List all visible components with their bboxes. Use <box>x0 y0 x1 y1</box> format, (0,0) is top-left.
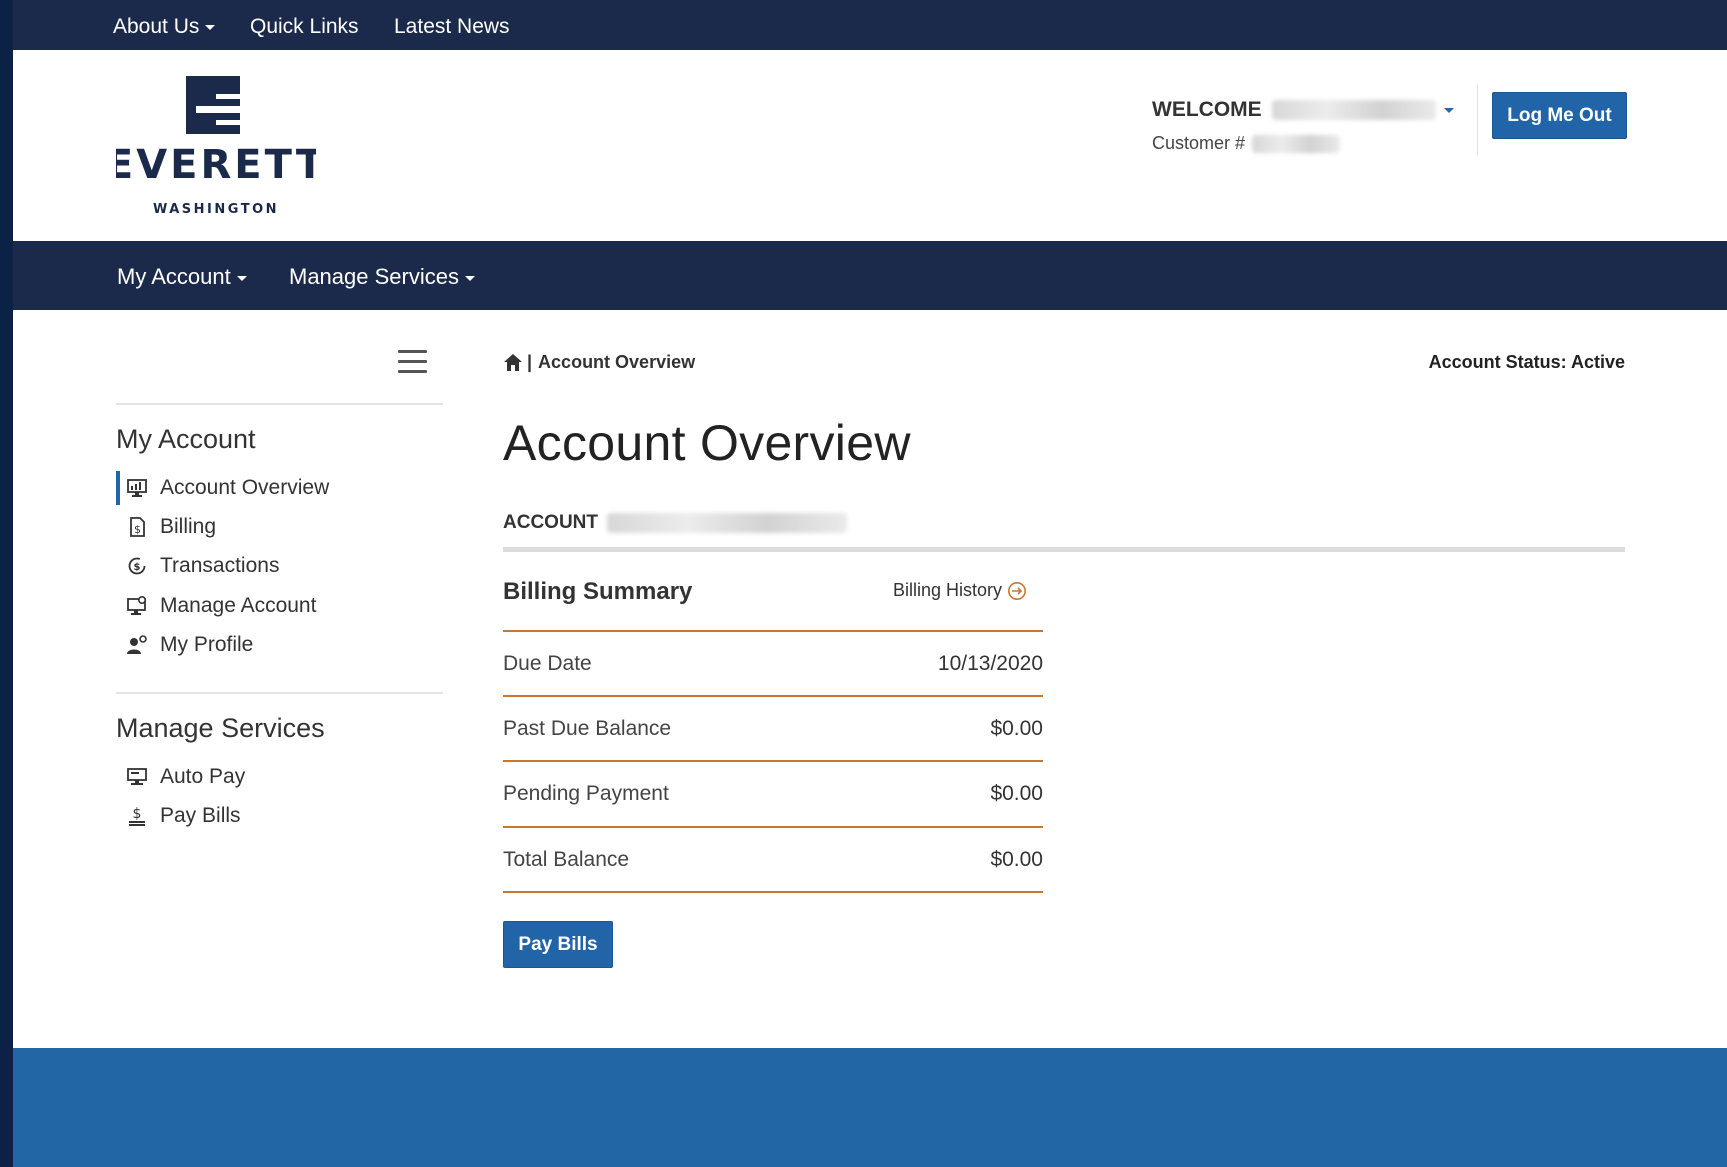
top-nav-latest-news[interactable]: Latest News <box>394 15 510 39</box>
top-nav-quick-links[interactable]: Quick Links <box>250 15 359 39</box>
header-divider <box>1477 85 1478 155</box>
manage-services-label: Manage Services <box>289 264 459 289</box>
customer-label: Customer # <box>1152 133 1246 153</box>
top-utility-bar: About Us Quick Links Latest News <box>13 0 1727 50</box>
arrow-circle-right-icon <box>1008 581 1027 600</box>
billing-divider <box>503 630 1043 632</box>
sidebar-item-my-profile[interactable]: My Profile <box>116 628 406 662</box>
pending-payment-label: Pending Payment <box>503 782 669 805</box>
monitor-chart-icon <box>127 479 147 497</box>
past-due-balance-value: $0.00 <box>990 717 1043 740</box>
sidebar-item-label: Pay Bills <box>160 804 241 827</box>
auto-pay-monitor-icon <box>127 768 147 785</box>
sidebar-item-pay-bills[interactable]: $ Pay Bills <box>116 799 406 833</box>
breadcrumb-current: Account Overview <box>538 352 696 372</box>
account-status: Account Status: Active <box>1428 352 1625 372</box>
total-balance-label: Total Balance <box>503 848 630 871</box>
breadcrumb: | Account Overview <box>503 352 695 373</box>
sidebar-item-label: Manage Account <box>160 594 317 617</box>
redacted-account-number <box>607 512 848 533</box>
billing-divider <box>503 695 1043 697</box>
top-nav-about-us[interactable]: About Us <box>113 15 216 39</box>
pay-bills-button[interactable]: Pay Bills <box>503 921 613 968</box>
sidebar-item-label: Transactions <box>160 554 280 577</box>
past-due-balance-label: Past Due Balance <box>503 717 672 740</box>
sidebar-heading-my-account: My Account <box>116 424 256 454</box>
billing-divider <box>503 891 1043 893</box>
welcome-label: WELCOME <box>1152 98 1262 121</box>
due-date-value: 10/13/2020 <box>937 652 1043 675</box>
page-title: Account Overview <box>503 415 911 471</box>
customer-number: Customer # <box>1152 133 1341 154</box>
log-out-button[interactable]: Log Me Out <box>1492 92 1627 139</box>
main-nav-my-account[interactable]: My Account <box>117 264 247 290</box>
sidebar-divider <box>116 692 443 694</box>
svg-text:$: $ <box>134 523 141 536</box>
user-gear-icon <box>127 635 147 654</box>
account-number: ACCOUNT <box>503 512 848 534</box>
billing-divider <box>503 826 1043 828</box>
page-frame: About Us Quick Links Latest News EVERETT… <box>13 0 1727 1167</box>
sidebar-heading-manage-services: Manage Services <box>116 713 325 743</box>
sidebar-divider <box>116 403 443 405</box>
my-account-label: My Account <box>117 264 231 289</box>
sidebar-item-label: Billing <box>160 515 217 538</box>
account-divider <box>503 547 1625 552</box>
main-nav-manage-services[interactable]: Manage Services <box>289 264 475 290</box>
footer-band <box>13 1048 1727 1167</box>
about-us-label: About Us <box>113 15 200 38</box>
sidebar-item-transactions[interactable]: $ Transactions <box>116 549 406 583</box>
chevron-down-icon <box>464 275 475 281</box>
svg-text:$: $ <box>134 562 141 573</box>
due-date-label: Due Date <box>503 652 592 675</box>
billing-divider <box>503 760 1043 762</box>
sidebar-item-label: Account Overview <box>160 476 330 499</box>
account-label: ACCOUNT <box>503 512 598 533</box>
everett-logo-icon: EVERETT WASHINGTON <box>106 76 323 217</box>
svg-text:$: $ <box>133 806 142 822</box>
pending-payment-value: $0.00 <box>990 782 1043 805</box>
breadcrumb-separator: | <box>527 352 533 372</box>
sidebar-item-account-overview[interactable]: Account Overview <box>116 471 410 505</box>
everett-logo[interactable]: EVERETT WASHINGTON <box>106 76 323 217</box>
monitor-gear-icon <box>127 595 147 615</box>
logo-wordmark: EVERETT <box>116 142 316 188</box>
chevron-down-icon <box>1443 107 1454 113</box>
transactions-cycle-icon: $ <box>128 557 146 575</box>
total-balance-value: $0.00 <box>990 848 1043 871</box>
sidebar-item-billing[interactable]: $ Billing <box>116 510 406 544</box>
hamburger-menu-icon[interactable] <box>398 350 427 374</box>
sidebar-item-auto-pay[interactable]: Auto Pay <box>116 760 406 794</box>
billing-summary-title: Billing Summary <box>503 578 693 605</box>
chevron-down-icon <box>205 24 216 30</box>
welcome-user-menu[interactable]: WELCOME <box>1152 98 1454 122</box>
billing-history-label: Billing History <box>893 580 1003 600</box>
sidebar-item-manage-account[interactable]: Manage Account <box>116 589 406 623</box>
chevron-down-icon <box>236 275 247 281</box>
billing-history-link[interactable]: Billing History <box>893 580 1027 601</box>
main-nav-bar: My Account Manage Services <box>13 241 1727 310</box>
bill-dollar-icon: $ <box>130 517 145 537</box>
sidebar-item-label: Auto Pay <box>160 765 246 788</box>
redacted-username <box>1271 100 1436 121</box>
logo-subtitle: WASHINGTON <box>153 202 279 216</box>
redacted-customer-number <box>1252 135 1341 154</box>
home-icon[interactable] <box>503 353 523 372</box>
dollar-hand-icon: $ <box>129 806 145 826</box>
sidebar-item-label: My Profile <box>160 633 254 656</box>
